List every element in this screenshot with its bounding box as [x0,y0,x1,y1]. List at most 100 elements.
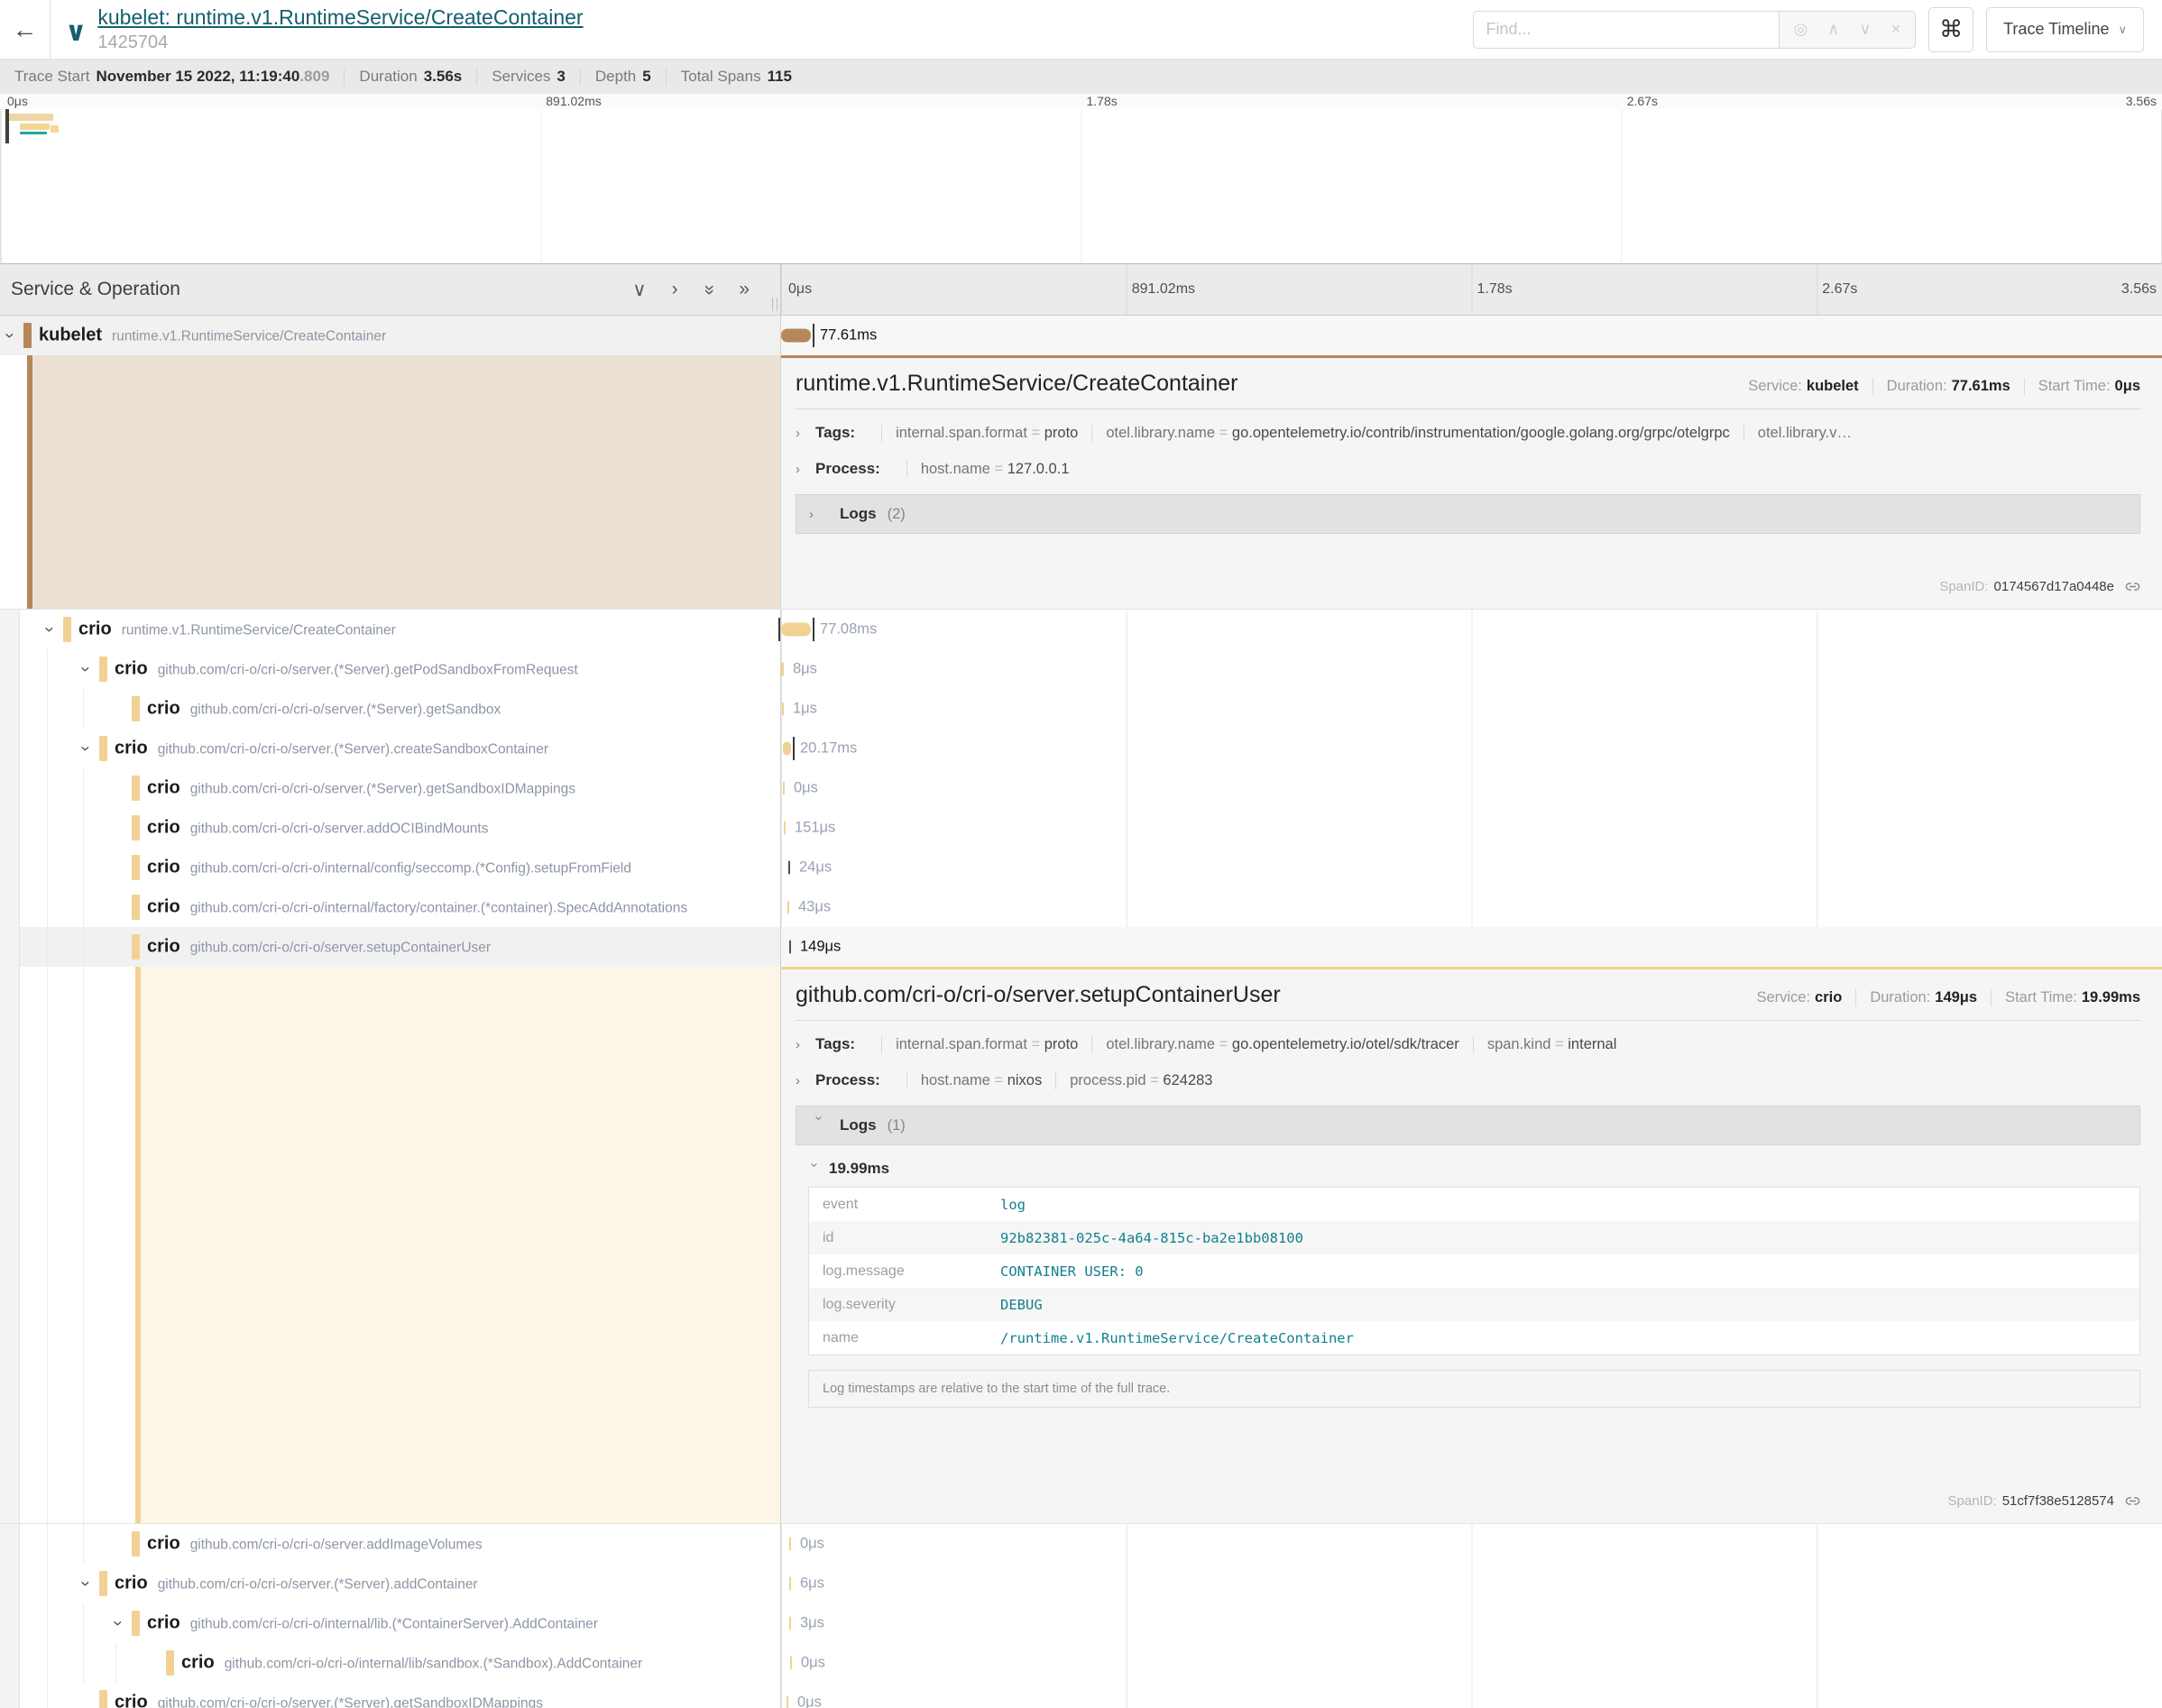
trace-title-link[interactable]: kubelet: runtime.v1.RuntimeService/Creat… [97,5,583,30]
span-duration-bar [790,1657,792,1670]
indent-guide [47,1603,48,1643]
span-row-timeline[interactable]: 0μs [781,1643,2162,1683]
span-row[interactable]: ›criogithub.com/cri-o/cri-o/server.(*Ser… [0,1564,2162,1603]
locate-span-icon[interactable]: ◎ [1794,20,1808,39]
span-row[interactable]: criogithub.com/cri-o/cri-o/internal/fact… [0,887,2162,927]
chevron-right-icon: › [796,462,815,477]
expand-chevron-icon[interactable]: › [75,741,95,756]
span-row-timeline[interactable]: 0μs [781,768,2162,808]
span-row-timeline[interactable]: 3μs [781,1603,2162,1643]
log-field-value[interactable]: DEBUG [1000,1297,1043,1313]
operation-name: github.com/cri-o/cri-o/internal/factory/… [190,901,687,917]
span-row[interactable]: criogithub.com/cri-o/cri-o/internal/conf… [0,848,2162,887]
expand-chevron-icon[interactable]: › [75,1576,95,1591]
accordion-process[interactable]: ›Process:host.name = 127.0.0.1 [796,451,2140,487]
service-name: crio [115,739,148,759]
accordion-tags[interactable]: ›Tags:internal.span.format = protootel.l… [796,1026,2140,1062]
span-row-left[interactable]: criogithub.com/cri-o/cri-o/server.(*Serv… [0,1683,781,1708]
span-row[interactable]: criogithub.com/cri-o/cri-o/server.addOCI… [0,808,2162,848]
span-row-timeline[interactable]: 149μs [781,927,2162,967]
expand-chevron-icon[interactable]: › [75,662,95,676]
span-row-timeline[interactable]: 24μs [781,848,2162,887]
span-row-timeline[interactable]: 0μs [781,1524,2162,1564]
span-row-left[interactable]: ›kubeletruntime.v1.RuntimeService/Create… [0,316,781,355]
span-row-left[interactable]: ›criogithub.com/cri-o/cri-o/internal/lib… [0,1603,781,1643]
span-row-left[interactable]: criogithub.com/cri-o/cri-o/server.(*Serv… [0,768,781,808]
logs-accordion-header[interactable]: ›Logs(1) [796,1106,2140,1145]
minimap-scrubber-handle[interactable] [5,109,9,143]
indent-guide [47,848,48,887]
span-row-timeline[interactable]: 20.17ms [781,729,2162,768]
span-row-left[interactable]: criogithub.com/cri-o/cri-o/internal/conf… [0,848,781,887]
tag-value: 127.0.0.1 [1007,461,1070,477]
span-duration-label: 3μs [800,1615,824,1632]
expand-chevron-icon[interactable]: › [0,328,19,343]
span-row-timeline[interactable]: 151μs [781,808,2162,848]
span-row[interactable]: ›criogithub.com/cri-o/cri-o/server.(*Ser… [0,729,2162,768]
span-row-labels: crioruntime.v1.RuntimeService/CreateCont… [78,620,396,640]
span-row[interactable]: criogithub.com/cri-o/cri-o/server.setupC… [0,927,2162,967]
expand-chevron-icon[interactable]: › [39,622,59,637]
log-field-key: event [809,1197,1000,1213]
expand-one-icon[interactable]: › [672,279,678,301]
accordion-tags[interactable]: ›Tags:internal.span.format = protootel.l… [796,415,2140,451]
span-row-left[interactable]: criogithub.com/cri-o/cri-o/internal/fact… [0,887,781,927]
span-row-timeline[interactable]: 1μs [781,689,2162,729]
indent-guide [83,1603,84,1643]
span-row-left[interactable]: criogithub.com/cri-o/cri-o/internal/lib/… [0,1643,781,1683]
span-row-timeline[interactable]: 8μs [781,649,2162,689]
span-row[interactable]: criogithub.com/cri-o/cri-o/server.addIma… [0,1524,2162,1564]
span-row[interactable]: criogithub.com/cri-o/cri-o/server.(*Serv… [0,689,2162,729]
span-row[interactable]: criogithub.com/cri-o/cri-o/server.(*Serv… [0,768,2162,808]
collapse-one-icon[interactable]: ∨ [632,279,646,301]
span-row[interactable]: criogithub.com/cri-o/cri-o/server.(*Serv… [0,1683,2162,1708]
span-row-left[interactable]: › crioruntime.v1.RuntimeService/CreateCon… [0,610,781,649]
span-row-left[interactable]: ›criogithub.com/cri-o/cri-o/server.(*Ser… [0,1564,781,1603]
span-row-timeline[interactable]: 77.61ms [781,316,2162,355]
log-field-value[interactable]: log [1000,1197,1026,1213]
span-row-left[interactable]: ›criogithub.com/cri-o/cri-o/server.(*Ser… [0,649,781,689]
expand-all-icon[interactable]: » [739,279,750,301]
back-button[interactable]: ← [0,0,51,60]
span-row[interactable]: ›criogithub.com/cri-o/cri-o/server.(*Ser… [0,649,2162,689]
span-row-left[interactable]: criogithub.com/cri-o/cri-o/server.setupC… [0,927,781,967]
span-row-timeline[interactable]: 43μs [781,887,2162,927]
minimap-span-bar [20,132,47,134]
find-input[interactable] [1473,11,1780,49]
span-row[interactable]: › crioruntime.v1.RuntimeService/CreateCon… [0,610,2162,649]
span-row[interactable]: ›criogithub.com/cri-o/cri-o/internal/lib… [0,1603,2162,1643]
minimap-tick-labels: 0μs891.02ms1.78s2.67s3.56s [0,94,2162,109]
span-row-timeline[interactable]: 77.08ms [781,610,2162,649]
span-row-timeline[interactable]: 6μs [781,1564,2162,1603]
next-result-icon[interactable]: ∨ [1859,20,1871,39]
accordion-process[interactable]: ›Process:host.name = nixosprocess.pid = … [796,1062,2140,1098]
log-field-value[interactable]: CONTAINER USER: 0 [1000,1263,1144,1280]
span-row-left[interactable]: criogithub.com/cri-o/cri-o/server.addOCI… [0,808,781,848]
span-id-label: SpanID: [1939,579,1988,594]
log-field-value[interactable]: 92b82381-025c-4a64-815c-ba2e1bb08100 [1000,1230,1303,1246]
span-duration-label: 151μs [795,820,835,837]
span-row-timeline[interactable]: 0μs [781,1683,2162,1708]
clear-search-icon[interactable]: × [1891,20,1901,39]
span-row[interactable]: ›kubeletruntime.v1.RuntimeService/Create… [0,316,2162,355]
span-row-left[interactable]: criogithub.com/cri-o/cri-o/server.(*Serv… [0,689,781,729]
span-detail-panel: runtime.v1.RuntimeService/CreateContaine… [781,355,2162,609]
prev-result-icon[interactable]: ∧ [1827,20,1839,39]
keyboard-shortcuts-button[interactable]: ⌘ [1928,7,1973,52]
deep-link-icon[interactable] [2125,579,2140,594]
trace-view-selector[interactable]: Trace Timeline ∨ [1986,7,2144,52]
column-resizer-handle[interactable] [772,298,777,311]
log-entry-header[interactable]: ›19.99ms [808,1160,2140,1178]
collapse-trace-chevron-icon[interactable]: ∨ [65,16,87,48]
expand-chevron-icon[interactable]: › [107,1616,127,1630]
detail-overview: Service:kubeletDuration:77.61msStart Tim… [1721,378,2140,395]
span-row-labels: criogithub.com/cri-o/cri-o/internal/fact… [147,897,687,918]
minimap-canvas[interactable] [0,109,2162,264]
log-field-value[interactable]: /runtime.v1.RuntimeService/CreateContain… [1000,1330,1354,1346]
span-row-left[interactable]: criogithub.com/cri-o/cri-o/server.addIma… [0,1524,781,1564]
span-row[interactable]: criogithub.com/cri-o/cri-o/internal/lib/… [0,1643,2162,1683]
collapse-all-icon[interactable]: » [697,284,720,295]
logs-accordion-header[interactable]: ›Logs(2) [796,494,2140,534]
deep-link-icon[interactable] [2125,1493,2140,1509]
span-row-left[interactable]: ›criogithub.com/cri-o/cri-o/server.(*Ser… [0,729,781,768]
